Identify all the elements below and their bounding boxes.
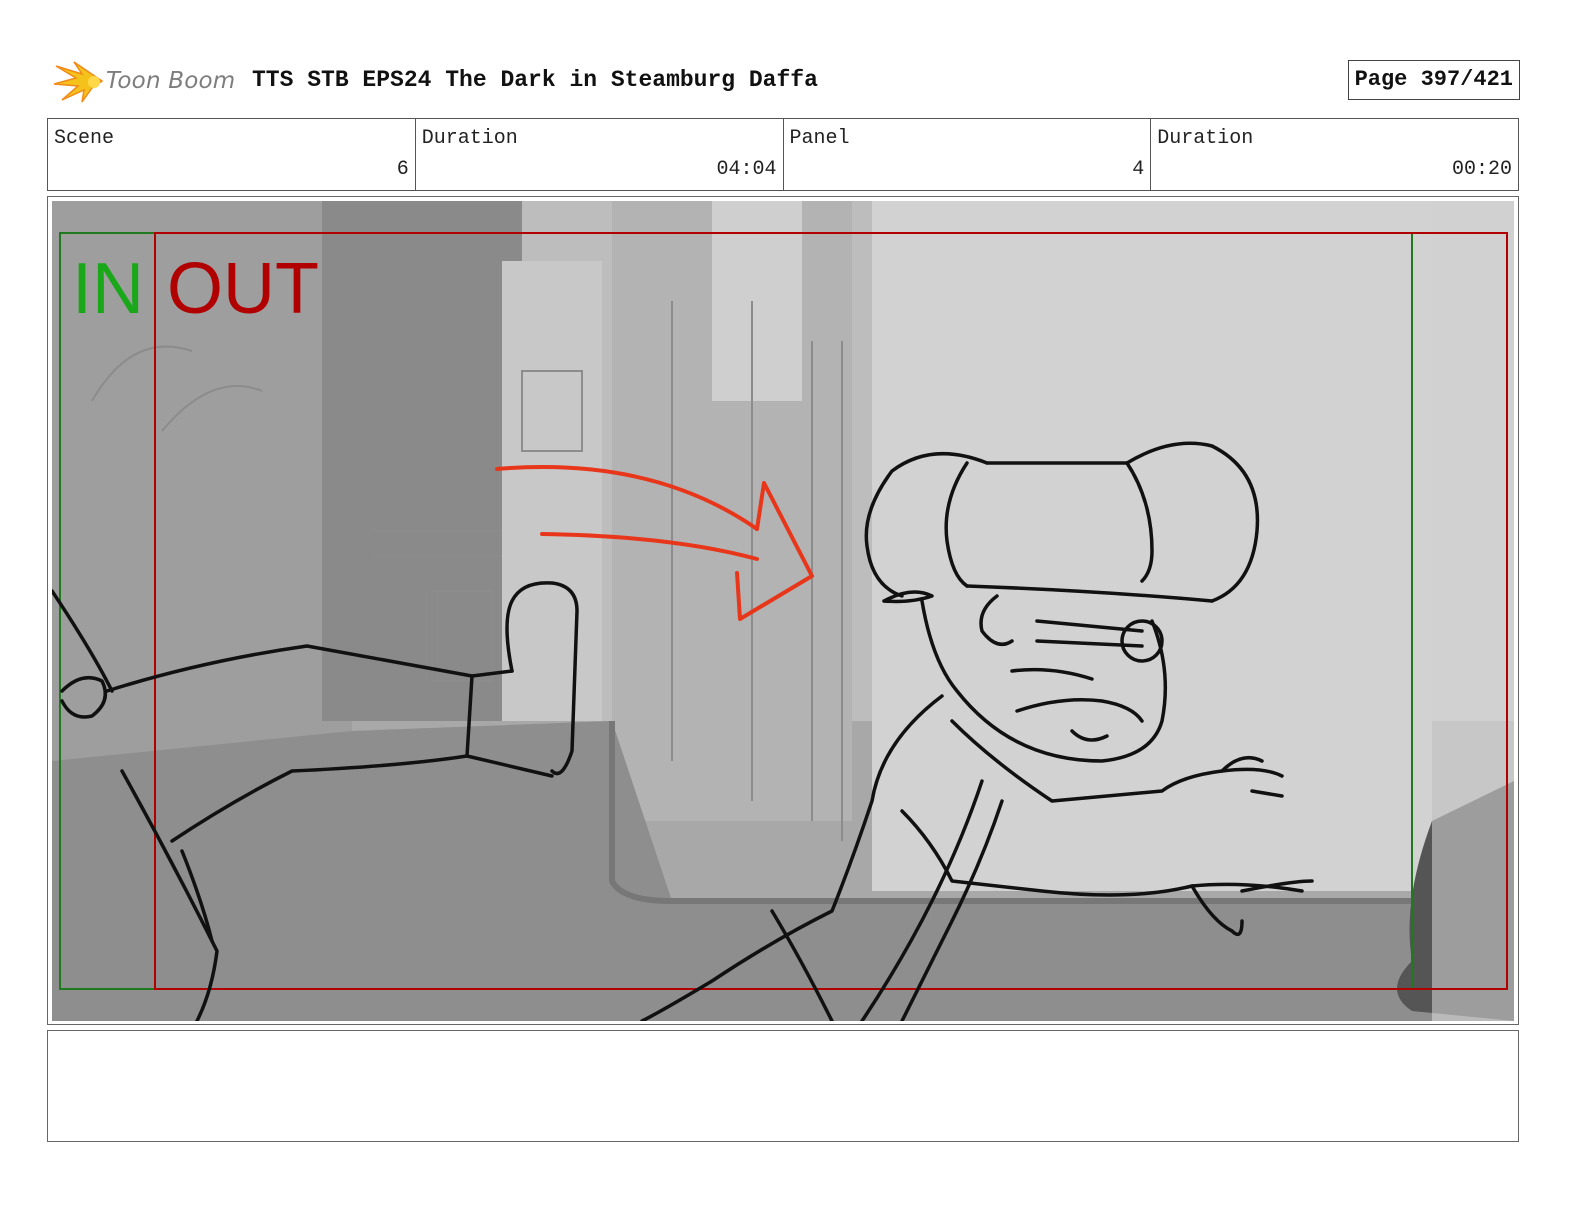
page-header: Toon Boom TTS STB EPS24 The Dark in Stea… <box>48 52 1520 108</box>
panel-value: 4 <box>1132 158 1145 181</box>
document-title: TTS STB EPS24 The Dark in Steamburg Daff… <box>252 67 818 93</box>
panel-duration-value: 00:20 <box>1451 158 1512 181</box>
scene-duration-value: 04:04 <box>716 158 777 181</box>
scene-duration-label: Duration <box>421 127 518 150</box>
logo-text: Toon Boom <box>106 68 236 94</box>
tower-building <box>502 261 602 721</box>
page-number: Page 397/421 <box>1347 60 1520 100</box>
in-label: IN <box>72 249 144 329</box>
panel-notes <box>47 1030 1519 1142</box>
right-pillar <box>1432 201 1514 1021</box>
balcony-building <box>712 201 802 401</box>
panel-info-table: Scene 6 Duration 04:04 Panel 4 Duration … <box>47 118 1519 191</box>
scene-duration-cell: Duration 04:04 <box>416 119 784 190</box>
panel-cell: Panel 4 <box>784 119 1152 190</box>
panel-label: Panel <box>789 127 850 150</box>
out-label: OUT <box>167 249 319 329</box>
scene-cell: Scene 6 <box>48 119 416 190</box>
storyboard-panel-image: IN OUT <box>52 201 1514 1021</box>
starburst-icon <box>53 61 104 103</box>
panel-duration-label: Duration <box>1157 127 1254 150</box>
toon-boom-logo: Toon Boom <box>52 56 242 106</box>
panel-duration-cell: Duration 00:20 <box>1151 119 1518 190</box>
scene-value: 6 <box>396 158 409 181</box>
scene-label: Scene <box>54 127 115 150</box>
